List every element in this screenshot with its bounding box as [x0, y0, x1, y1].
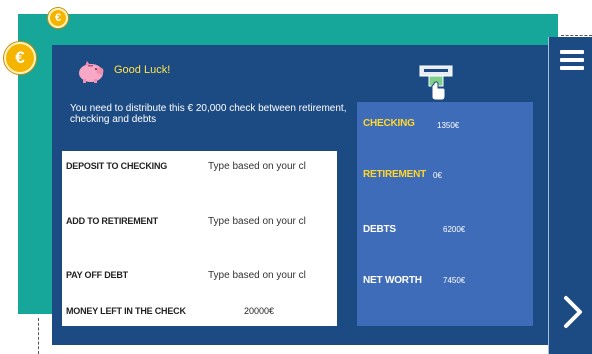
- net-worth-label: NET WORTH: [363, 275, 422, 286]
- euro-coin-icon-large: €: [4, 42, 36, 74]
- atm-cash-icon: [419, 65, 453, 101]
- deposit-to-checking-label: DEPOSIT TO CHECKING: [66, 161, 168, 171]
- net-worth-value: 7450€: [443, 276, 466, 285]
- money-left-row: MONEY LEFT IN THE CHECK 20000€: [66, 302, 336, 322]
- retirement-label: RETIREMENT: [363, 169, 427, 180]
- instruction-text: You need to distribute this € 20,000 che…: [70, 103, 347, 125]
- side-navigation-bar: [548, 37, 592, 354]
- money-left-label: MONEY LEFT IN THE CHECK: [66, 306, 186, 316]
- piggy-bank-icon: [79, 61, 104, 83]
- deposit-row: DEPOSIT TO CHECKING: [66, 157, 336, 177]
- debts-label: DEBTS: [363, 224, 396, 235]
- hamburger-menu-icon[interactable]: [560, 50, 584, 74]
- checking-label: CHECKING: [363, 118, 415, 129]
- debt-row: PAY OFF DEBT: [66, 266, 336, 286]
- checking-value: 1350€: [437, 121, 460, 130]
- debts-value: 6200€: [443, 225, 466, 234]
- dashed-guide-vertical: [38, 318, 39, 354]
- euro-coin-icon: €: [48, 8, 68, 28]
- distribution-form: DEPOSIT TO CHECKING ADD TO RETIREMENT PA…: [62, 151, 337, 326]
- pay-off-debt-label: PAY OFF DEBT: [66, 270, 128, 280]
- add-to-retirement-label: ADD TO RETIREMENT: [66, 216, 158, 226]
- good-luck-message: Good Luck!: [114, 64, 171, 76]
- stats-panel: CHECKING 1350€ RETIREMENT 0€ DEBTS 6200€…: [357, 102, 533, 326]
- money-left-value: 20000€: [244, 306, 275, 316]
- add-to-retirement-input[interactable]: [208, 212, 334, 230]
- pay-off-debt-input[interactable]: [208, 266, 334, 284]
- dashed-guide-horizontal: [561, 35, 592, 36]
- chevron-right-icon[interactable]: [561, 295, 585, 329]
- retirement-row: ADD TO RETIREMENT: [66, 212, 336, 232]
- retirement-value: 0€: [433, 171, 442, 180]
- deposit-to-checking-input[interactable]: [208, 157, 334, 175]
